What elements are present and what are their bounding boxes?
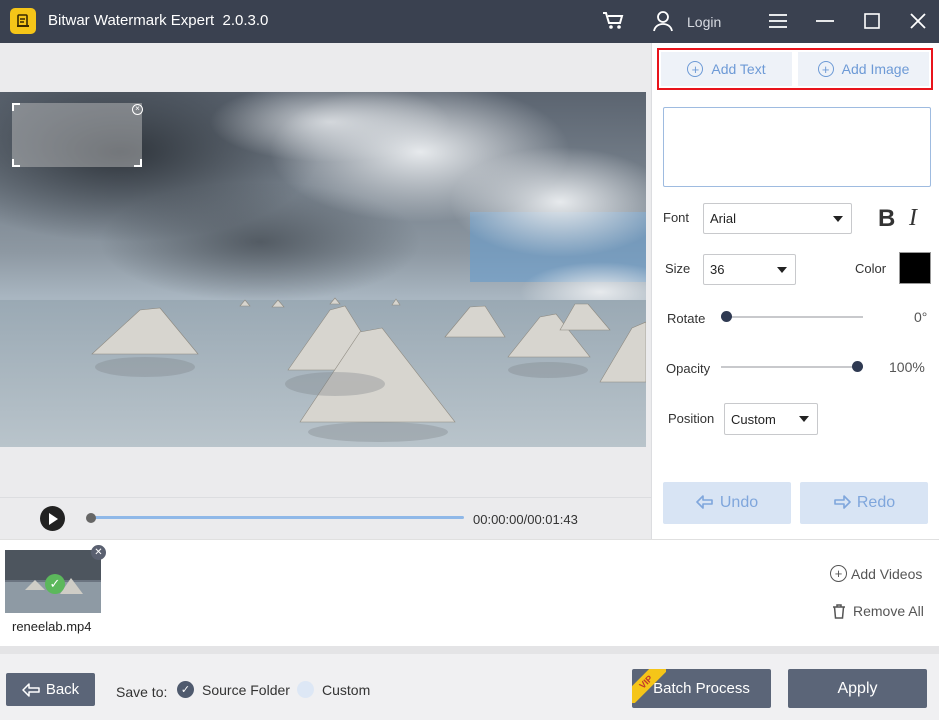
rotate-slider-track[interactable] [721, 316, 863, 318]
redo-icon [834, 495, 851, 509]
add-circle-icon: + [830, 565, 847, 582]
watermark-placeholder-box[interactable] [12, 103, 142, 167]
add-circle-icon: + [687, 61, 704, 77]
font-label: Font [663, 210, 690, 225]
size-select[interactable]: 36 [703, 254, 796, 285]
app-logo-icon [10, 8, 36, 34]
add-videos-label: Add Videos [851, 565, 923, 582]
opacity-slider-track[interactable] [721, 366, 863, 368]
progress-handle[interactable] [86, 513, 96, 523]
batch-process-label: Batch Process [653, 680, 750, 697]
add-circle-icon: + [817, 61, 834, 77]
redo-button[interactable]: Redo [800, 482, 928, 524]
save-to-label: Save to: [116, 684, 168, 700]
time-readout: 00:00:00/00:01:43 [473, 512, 578, 527]
login-link[interactable]: Login [687, 14, 721, 30]
minimize-icon[interactable] [813, 9, 837, 33]
maximize-icon[interactable] [860, 9, 884, 33]
back-button[interactable]: Back [6, 673, 95, 706]
font-select[interactable]: Arial [703, 203, 852, 234]
watermark-close-icon[interactable]: × [132, 104, 143, 115]
tab-add-image[interactable]: + Add Image [798, 52, 929, 86]
play-icon [48, 512, 58, 525]
remove-all-label: Remove All [853, 603, 924, 619]
add-videos-button[interactable]: + Add Videos [830, 565, 922, 582]
media-list [0, 539, 939, 646]
undo-button[interactable]: Undo [663, 482, 791, 524]
app-title: Bitwar Watermark Expert 2.0.3.0 [48, 12, 269, 29]
menu-icon[interactable] [766, 9, 790, 33]
redo-label: Redo [856, 494, 896, 511]
opacity-value: 100% [889, 359, 925, 375]
radio-unchecked-icon [297, 681, 314, 698]
cart-icon[interactable] [601, 9, 625, 33]
apply-label: Apply [837, 679, 878, 697]
bold-button[interactable]: B [878, 205, 895, 233]
undo-icon [696, 495, 713, 509]
rotate-value: 0° [914, 309, 928, 325]
tab-add-text[interactable]: + Add Text [661, 52, 792, 86]
size-label: Size [665, 261, 691, 276]
color-swatch[interactable] [899, 252, 931, 284]
opacity-slider-handle[interactable] [852, 361, 863, 372]
vip-badge: VIP [632, 669, 666, 703]
italic-button[interactable]: I [909, 205, 917, 232]
custom-label: Custom [322, 681, 371, 698]
back-label: Back [45, 681, 80, 698]
chevron-down-icon [777, 266, 787, 273]
size-select-value: 36 [710, 262, 725, 277]
user-icon[interactable] [651, 9, 675, 33]
check-icon: ✓ [45, 574, 65, 594]
chevron-down-icon [833, 215, 843, 222]
radio-custom[interactable]: Custom [297, 681, 370, 698]
tab-add-text-label: Add Text [711, 61, 766, 77]
progress-track[interactable] [90, 516, 464, 519]
color-label: Color [855, 261, 887, 276]
trash-icon [833, 603, 845, 619]
tab-add-image-label: Add Image [841, 61, 910, 77]
apply-button[interactable]: Apply [788, 669, 927, 708]
close-icon[interactable] [906, 9, 930, 33]
undo-label: Undo [719, 494, 759, 511]
remove-all-button[interactable]: Remove All [832, 603, 924, 619]
play-button[interactable] [40, 506, 65, 531]
source-folder-label: Source Folder [202, 681, 290, 698]
back-arrow-icon [22, 682, 40, 697]
watermark-text-input[interactable] [663, 107, 931, 187]
position-select-value: Custom [731, 411, 776, 427]
vip-badge-label: VIP [632, 669, 666, 703]
chevron-down-icon [799, 416, 809, 422]
radio-checked-icon: ✓ [177, 681, 194, 698]
rotate-label: Rotate [667, 311, 706, 326]
thumbnail-file-name: reneelab.mp4 [12, 619, 92, 634]
position-label: Position [668, 411, 715, 426]
remove-thumbnail-icon[interactable]: ✕ [91, 545, 106, 560]
font-select-value: Arial [710, 211, 737, 226]
radio-source-folder[interactable]: ✓ Source Folder [177, 681, 290, 698]
rotate-slider-handle[interactable] [721, 311, 732, 322]
position-select[interactable]: Custom [724, 403, 818, 435]
opacity-label: Opacity [666, 361, 711, 376]
